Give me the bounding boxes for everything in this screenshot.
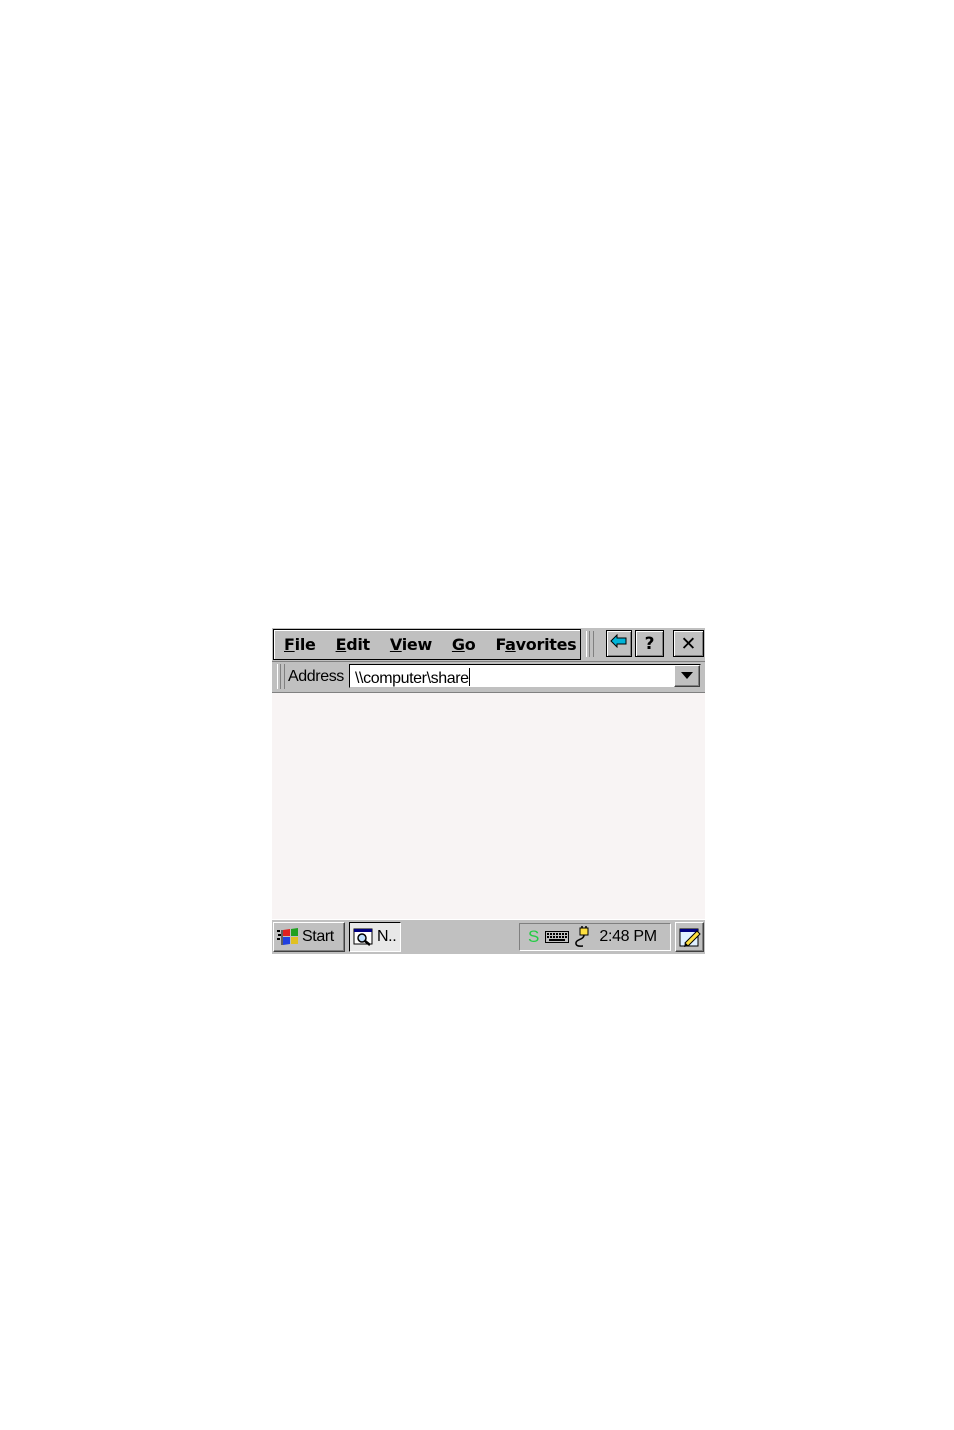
address-grip[interactable]	[277, 664, 285, 689]
toolbar-grip[interactable]	[586, 631, 594, 657]
close-icon: ✕	[680, 632, 697, 655]
address-input[interactable]: \\computer\share	[349, 664, 701, 688]
windows-flag-icon	[277, 928, 299, 946]
menu-edit[interactable]: Edit	[326, 635, 380, 654]
clock[interactable]: 2:48 PM	[599, 928, 657, 946]
start-button[interactable]: Start	[273, 922, 345, 952]
tray-s-indicator[interactable]: S	[528, 927, 539, 947]
help-button[interactable]: ?	[635, 630, 664, 657]
system-tray: S 2:48 PM	[519, 923, 671, 951]
text-caret	[468, 668, 470, 686]
back-arrow-icon	[610, 633, 628, 653]
close-button[interactable]: ✕	[673, 630, 704, 657]
back-button[interactable]	[606, 630, 632, 657]
start-label: Start	[302, 928, 334, 945]
address-bar: Address \\computer\share	[272, 662, 705, 693]
taskbar-item-label: N..	[377, 928, 397, 945]
chevron-down-icon	[681, 667, 693, 685]
address-value: \\computer\share	[355, 668, 470, 687]
menu-favorites[interactable]: Favorites	[485, 635, 586, 654]
show-desktop-button[interactable]	[675, 922, 704, 952]
taskbar: Start N.. S 2:48 PM	[272, 919, 705, 954]
folder-view[interactable]	[272, 693, 705, 919]
menu-file[interactable]: File	[274, 635, 326, 654]
address-label: Address	[288, 668, 344, 685]
menu-view[interactable]: View	[380, 635, 442, 654]
keyboard-icon[interactable]	[545, 931, 570, 943]
explorer-search-icon	[353, 928, 375, 946]
help-icon: ?	[644, 633, 655, 654]
taskbar-item-explorer[interactable]: N..	[349, 922, 401, 952]
menu-bar: File Edit View Go Favorites ? ✕	[272, 628, 705, 662]
desktop-pencil-icon	[679, 926, 701, 948]
address-dropdown-button[interactable]	[674, 665, 700, 687]
menu-frame: File Edit View Go Favorites	[273, 629, 581, 660]
power-plug-icon[interactable]	[571, 926, 591, 948]
menu-go[interactable]: Go	[442, 635, 486, 654]
device-screen: File Edit View Go Favorites ? ✕ Address …	[272, 628, 705, 954]
